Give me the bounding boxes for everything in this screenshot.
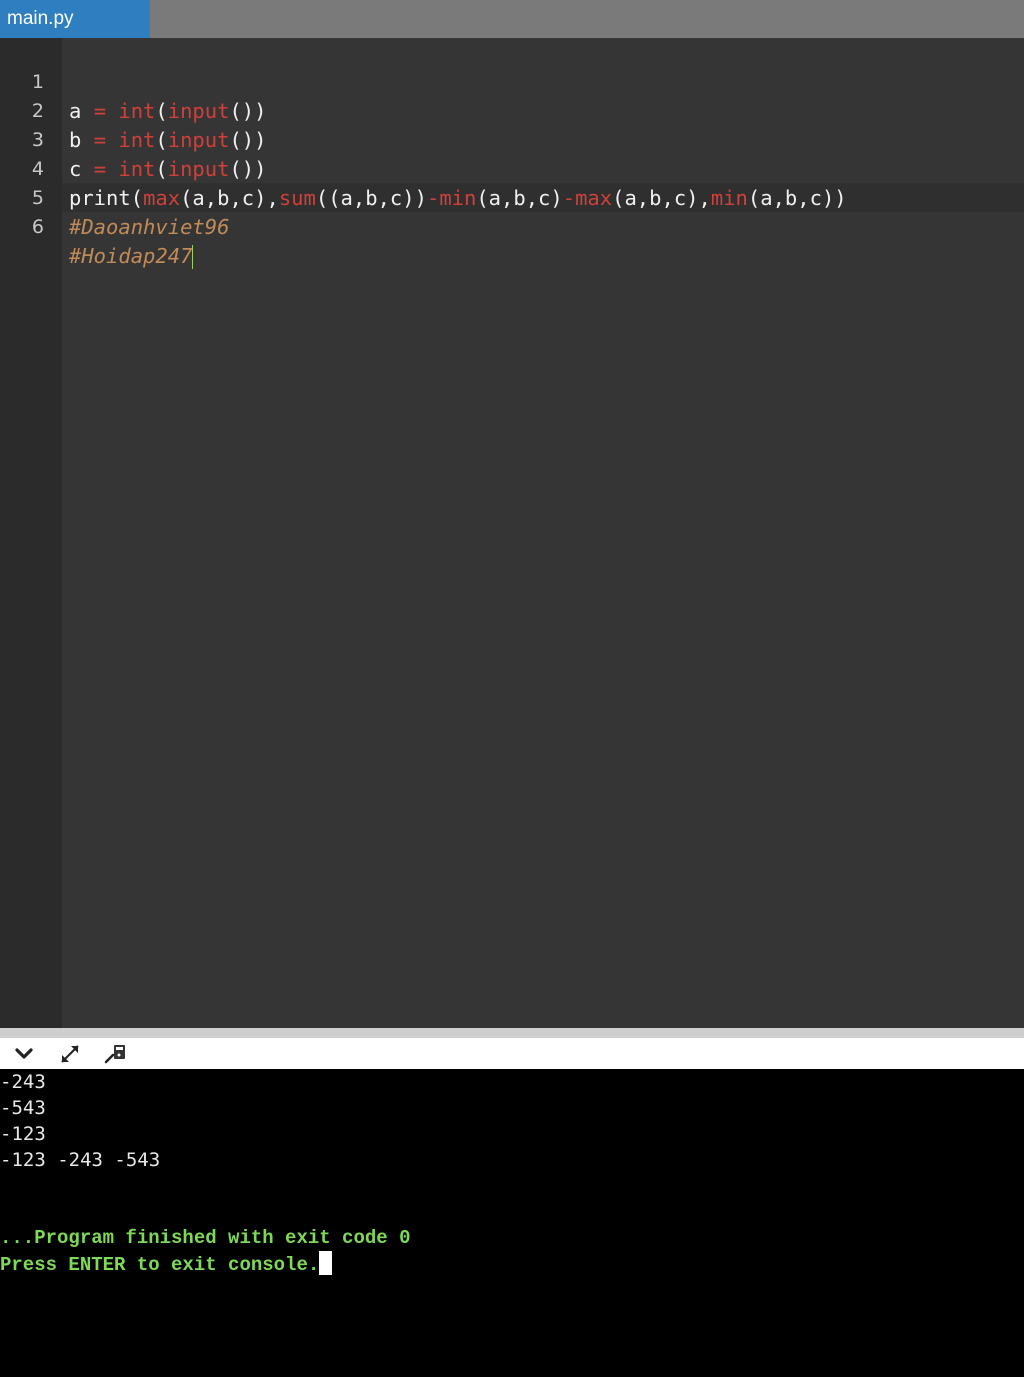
text-caret bbox=[192, 245, 194, 269]
code-line[interactable]: 6 #Hoidap247 bbox=[0, 184, 1024, 269]
console-line: -243 bbox=[0, 1071, 46, 1093]
tab-main-py[interactable]: main.py bbox=[0, 0, 150, 38]
code-line[interactable]: 3 c = int(input()) bbox=[0, 97, 1024, 181]
code-line[interactable]: 4 print(max(a,b,c),sum((a,b,c))-min(a,b,… bbox=[0, 126, 1024, 210]
chevron-down-icon[interactable] bbox=[11, 1041, 37, 1067]
exit-status-text: ...Program finished with exit code 0 bbox=[0, 1227, 411, 1249]
code-line[interactable]: 5 #Daoanhviet96 bbox=[0, 155, 1024, 239]
code-token: #Daoanhviet96 bbox=[69, 215, 230, 239]
console-cursor bbox=[319, 1251, 333, 1275]
expand-icon[interactable] bbox=[57, 1041, 83, 1067]
console-output[interactable]: -243 -543 -123 -123 -243 -543 ...Program… bbox=[0, 1069, 1024, 1377]
code-text[interactable]: #Daoanhviet96 bbox=[69, 213, 229, 242]
exit-prompt-line: Press ENTER to exit console. bbox=[0, 1251, 333, 1278]
console-line: -543 bbox=[0, 1097, 46, 1119]
tab-bar: main.py bbox=[0, 0, 1024, 38]
code-line[interactable]: 1 a = int(input()) bbox=[0, 39, 1024, 123]
console-line: -123 bbox=[0, 1123, 46, 1145]
code-line[interactable]: 2 b = int(input()) bbox=[0, 68, 1024, 152]
exit-prompt-text: Press ENTER to exit console. bbox=[0, 1254, 320, 1276]
clear-console-icon[interactable] bbox=[103, 1041, 129, 1067]
panel-splitter[interactable] bbox=[0, 1028, 1024, 1038]
code-text[interactable]: #Hoidap247 bbox=[69, 242, 194, 271]
code-token: #Hoidap247 bbox=[69, 244, 193, 268]
code-editor[interactable]: 1 a = int(input()) 2 b = int(input()) 3 … bbox=[0, 38, 1024, 1028]
console-line: -123 -243 -543 bbox=[0, 1149, 161, 1171]
console-toolbar bbox=[0, 1038, 1024, 1069]
line-number: 6 bbox=[31, 216, 44, 238]
